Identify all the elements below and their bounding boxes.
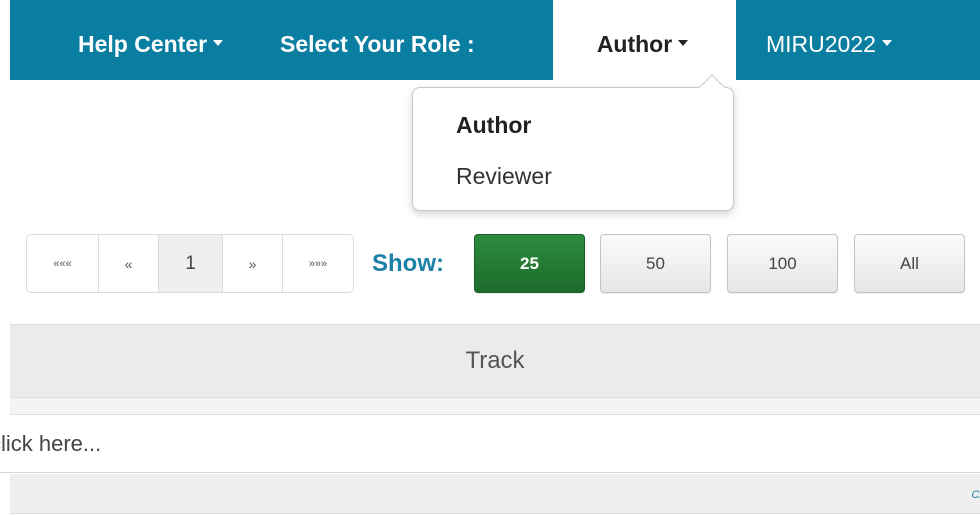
- caret-down-icon: [213, 39, 224, 46]
- event-label: MIRU2022: [766, 31, 876, 57]
- clear-filter-link[interactable]: Cle: [971, 489, 980, 501]
- page-size-100-button[interactable]: 100: [727, 234, 838, 293]
- page-size-25-button[interactable]: 25: [474, 234, 585, 293]
- caret-down-icon: [881, 39, 892, 46]
- track-filter-input[interactable]: [0, 416, 980, 473]
- page-size-50-button[interactable]: 50: [600, 234, 711, 293]
- role-option-author[interactable]: Author: [456, 112, 531, 139]
- pagination: ««« « 1 » »»»: [26, 234, 354, 293]
- role-option-reviewer[interactable]: Reviewer: [456, 163, 552, 190]
- header-divider-row: [10, 398, 980, 415]
- role-dropdown-toggle[interactable]: Author: [553, 0, 736, 80]
- show-label: Show:: [372, 250, 444, 277]
- page-size-all-button[interactable]: All: [854, 234, 965, 293]
- next-page-button[interactable]: »: [223, 235, 283, 292]
- help-center-menu[interactable]: Help Center: [78, 0, 224, 80]
- select-role-label: Select Your Role :: [280, 31, 475, 57]
- filter-footer-row: Cle: [10, 474, 980, 514]
- caret-down-icon: [678, 39, 689, 46]
- help-center-label: Help Center: [78, 31, 208, 57]
- track-column-header[interactable]: Track: [10, 324, 980, 398]
- event-menu[interactable]: MIRU2022: [766, 0, 892, 80]
- last-page-button[interactable]: »»»: [283, 235, 353, 292]
- first-page-button[interactable]: «««: [27, 235, 99, 292]
- previous-page-button[interactable]: «: [99, 235, 159, 292]
- role-dropdown-menu: Author Reviewer: [412, 74, 734, 211]
- current-page[interactable]: 1: [159, 235, 223, 292]
- current-role-label: Author: [596, 31, 673, 57]
